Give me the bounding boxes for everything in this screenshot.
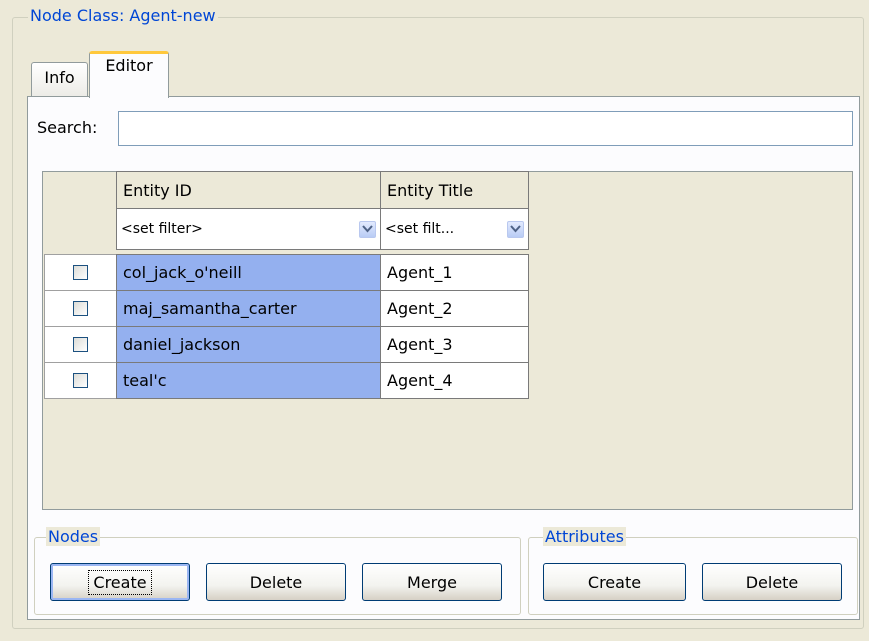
entity-title-cell[interactable]: Agent_1 — [380, 254, 529, 291]
entity-id-filter-select[interactable]: <set filter> — [116, 208, 381, 250]
search-label: Search: — [37, 118, 98, 137]
tab-editor[interactable]: Editor — [89, 51, 169, 98]
chevron-down-icon[interactable] — [507, 220, 524, 238]
entity-id-filter-value: <set filter> — [121, 221, 203, 237]
entity-title-cell[interactable]: Agent_2 — [380, 290, 529, 327]
merge-nodes-button[interactable]: Merge — [362, 563, 502, 601]
checkbox-icon[interactable] — [73, 373, 88, 388]
create-attribute-button-label: Create — [587, 572, 642, 592]
create-node-button-label: Create — [88, 569, 152, 595]
entity-title-cell[interactable]: Agent_3 — [380, 326, 529, 363]
entity-id-cell[interactable]: maj_samantha_carter — [116, 290, 381, 327]
tab-info[interactable]: Info — [31, 62, 88, 97]
row-checkbox-cell[interactable] — [44, 290, 117, 327]
column-header-entity-id[interactable]: Entity ID — [116, 171, 381, 209]
row-checkbox-cell[interactable] — [44, 326, 117, 363]
entity-title-filter-select[interactable]: <set filt... — [380, 208, 529, 250]
entity-title-filter-value: <set filt... — [385, 221, 455, 237]
tab-info-label: Info — [44, 68, 75, 87]
chevron-down-icon[interactable] — [359, 220, 376, 238]
checkbox-icon[interactable] — [73, 337, 88, 352]
column-header-entity-id-label: Entity ID — [123, 180, 192, 200]
delete-attribute-button-label: Delete — [745, 572, 799, 592]
column-header-entity-title-label: Entity Title — [387, 180, 474, 200]
search-input[interactable] — [118, 111, 853, 146]
merge-nodes-button-label: Merge — [407, 572, 457, 592]
row-checkbox-cell[interactable] — [44, 362, 117, 399]
delete-node-button-label: Delete — [249, 572, 303, 592]
column-header-entity-title[interactable]: Entity Title — [380, 171, 529, 209]
entity-id-cell[interactable]: daniel_jackson — [116, 326, 381, 363]
create-attribute-button[interactable]: Create — [543, 563, 686, 601]
entity-title-cell[interactable]: Agent_4 — [380, 362, 529, 399]
entity-id-cell[interactable]: col_jack_o'neill — [116, 254, 381, 291]
create-node-button[interactable]: Create — [50, 563, 190, 601]
checkbox-icon[interactable] — [73, 265, 88, 280]
tab-editor-label: Editor — [105, 56, 153, 75]
row-checkbox-cell[interactable] — [44, 254, 117, 291]
delete-node-button[interactable]: Delete — [206, 563, 346, 601]
nodes-group-title: Nodes — [46, 527, 101, 546]
delete-attribute-button[interactable]: Delete — [702, 563, 842, 601]
node-class-group-title: Node Class: Agent-new — [28, 6, 218, 25]
entity-id-cell[interactable]: teal'c — [116, 362, 381, 399]
checkbox-icon[interactable] — [73, 301, 88, 316]
attributes-group-title: Attributes — [543, 527, 626, 546]
